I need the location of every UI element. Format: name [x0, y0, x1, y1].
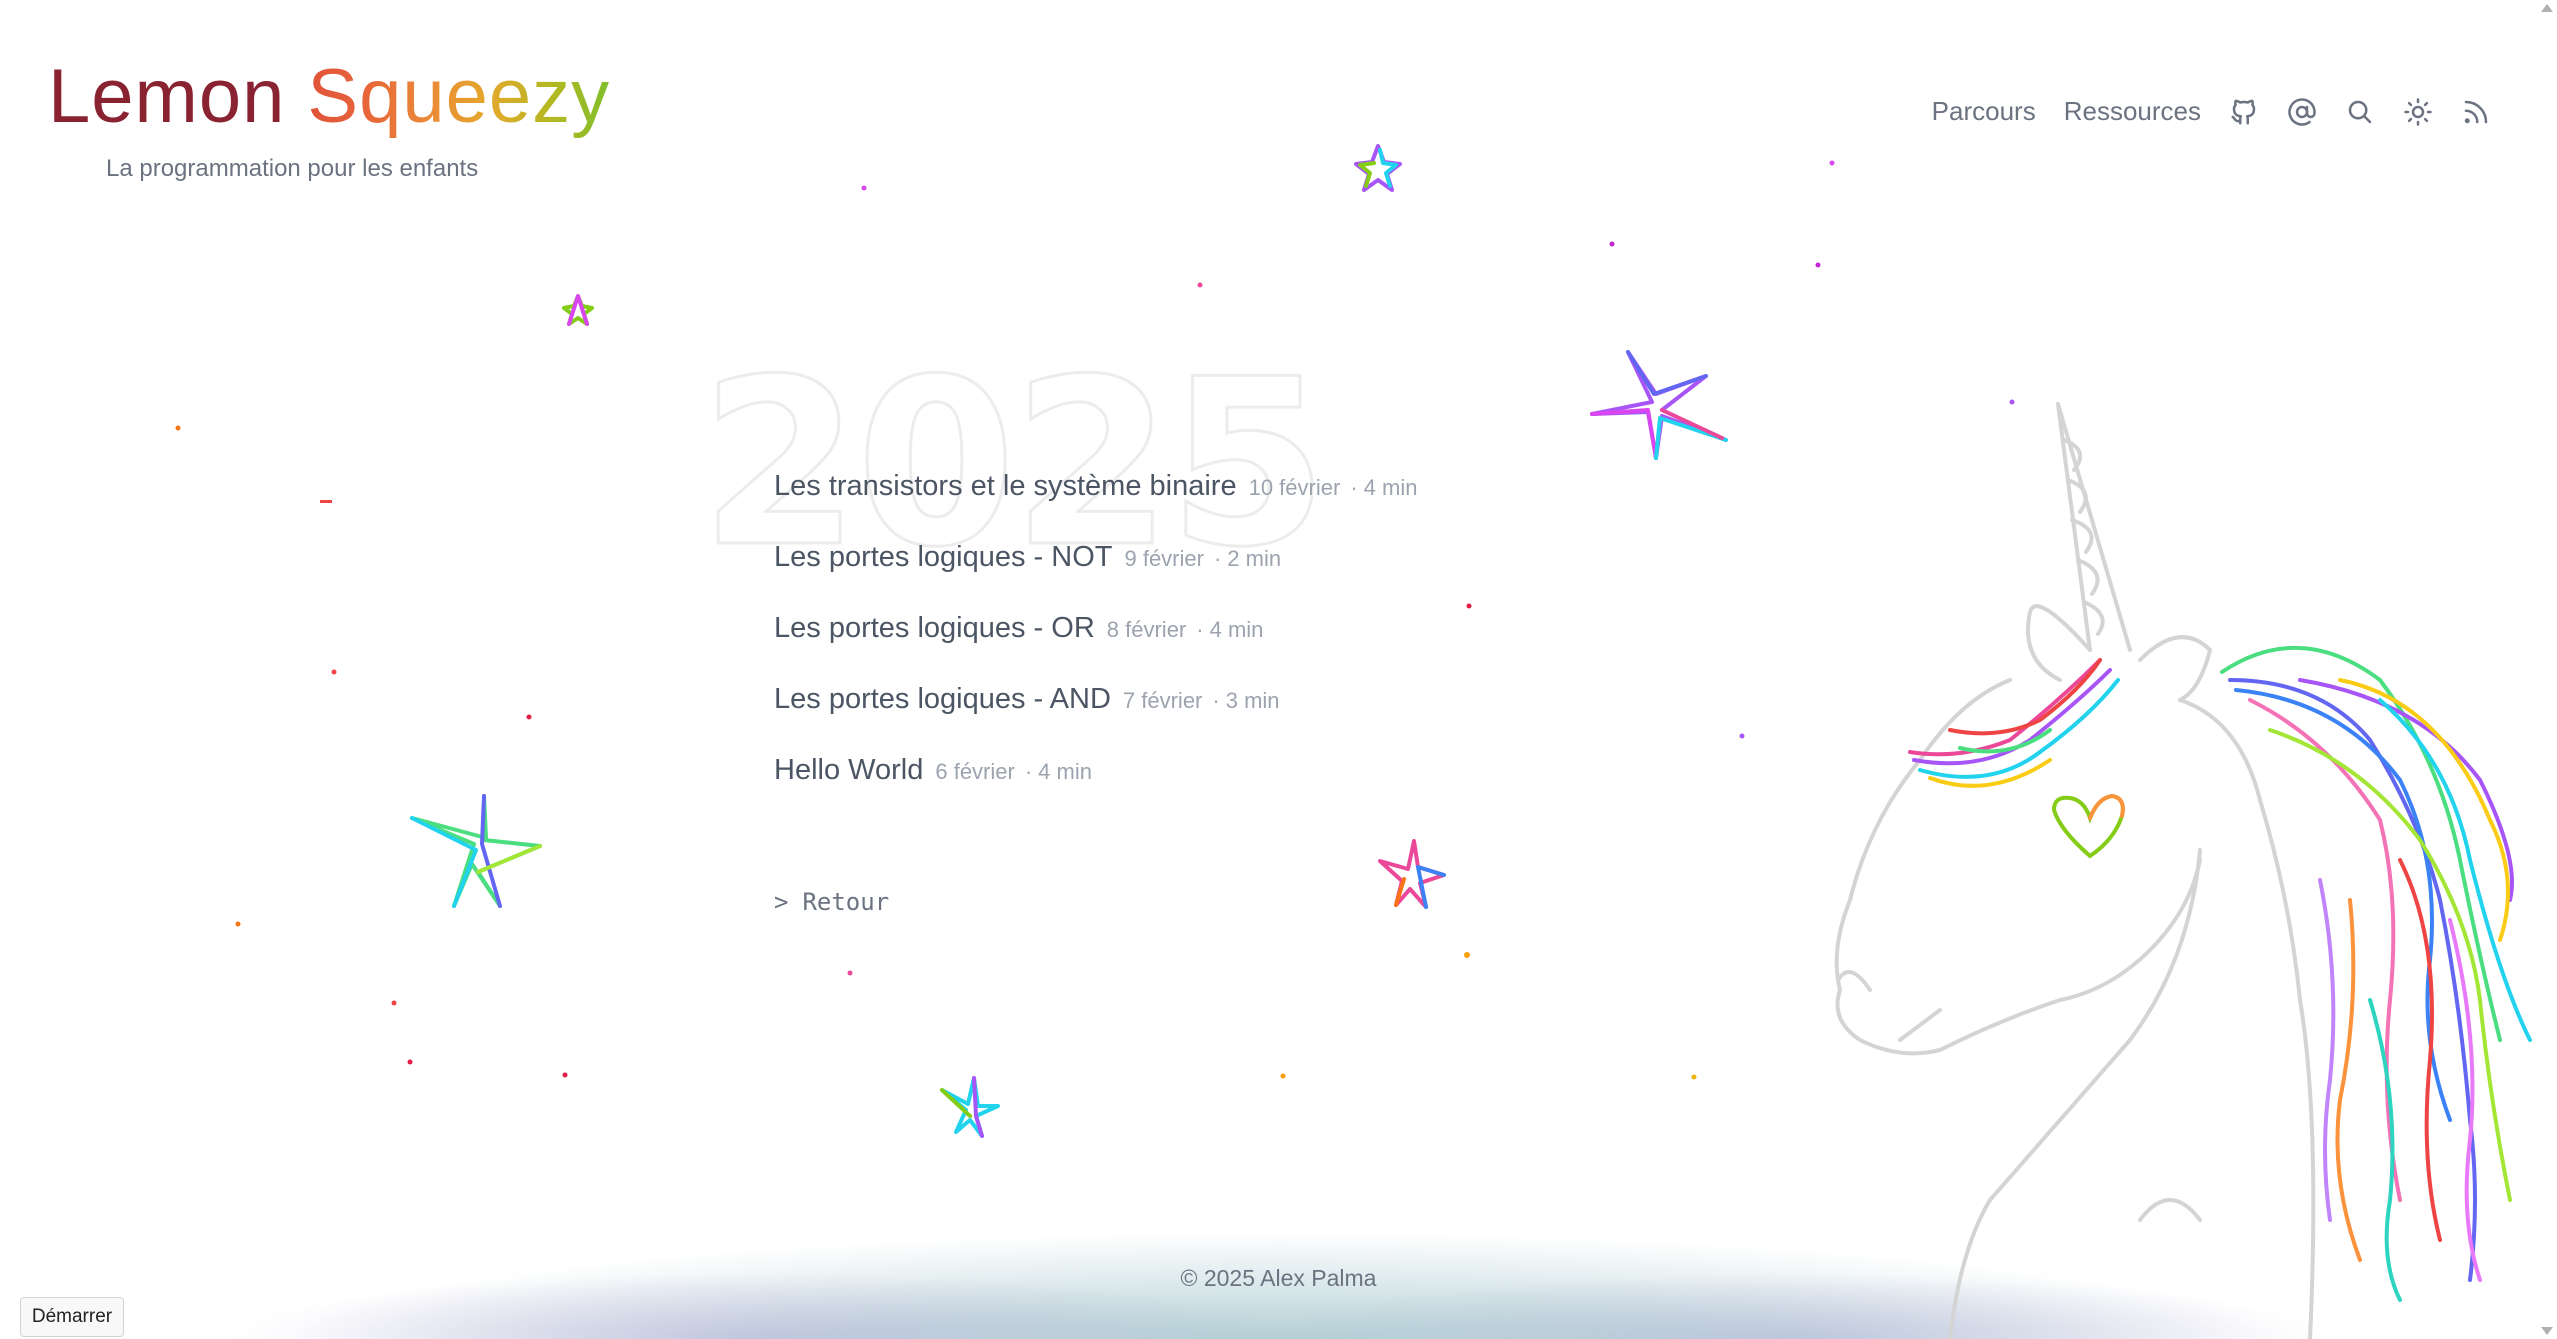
list-item: Les portes logiques - AND 7 février · 3 …	[774, 683, 1417, 754]
reading-time: 3 min	[1225, 688, 1280, 713]
post-date: 8 février	[1106, 617, 1187, 642]
separator: ·	[1196, 617, 1204, 642]
at-icon[interactable]	[2287, 97, 2317, 127]
footer-copyright: © 2025 Alex Palma	[1180, 1265, 1377, 1291]
list-item: Les portes logiques - OR 8 février · 4 m…	[774, 612, 1417, 683]
chevron-right-icon: >	[774, 888, 789, 916]
nav-link-ressources[interactable]: Ressources	[2064, 96, 2201, 127]
list-item: Les transistors et le système binaire 10…	[774, 470, 1417, 541]
separator: ·	[1024, 759, 1033, 784]
post-date: 10 février	[1248, 475, 1341, 500]
logo-word-squeezy: Squeezy	[307, 52, 610, 142]
unicorn-mane	[1908, 645, 2532, 1302]
site-logo[interactable]: Lemon Squeezy	[48, 52, 610, 142]
post-date: 6 février	[935, 759, 1015, 784]
post-title-link[interactable]: Les transistors et le système binaire	[774, 470, 1237, 503]
logo-word-lemon: Lemon	[48, 54, 286, 139]
unicorn-illustration	[1834, 402, 2316, 1339]
list-item: Hello World 6 février · 4 min	[774, 754, 1417, 825]
reading-time: 2 min	[1227, 546, 1282, 571]
reading-time: 4 min	[1038, 759, 1092, 784]
site-tagline: La programmation pour les enfants	[106, 155, 479, 182]
search-icon[interactable]	[2345, 97, 2375, 127]
post-title-link[interactable]: Hello World	[774, 754, 923, 787]
post-title-link[interactable]: Les portes logiques - AND	[774, 683, 1111, 716]
scroll-up-arrow[interactable]	[2541, 4, 2553, 12]
post-date: 7 février	[1122, 688, 1203, 713]
post-list: Les transistors et le système binaire 10…	[774, 470, 1417, 825]
start-button[interactable]: Démarrer	[20, 1297, 124, 1337]
separator: ·	[1350, 475, 1358, 500]
github-icon[interactable]	[2229, 97, 2259, 127]
reading-time: 4 min	[1209, 617, 1264, 642]
rss-icon[interactable]	[2461, 97, 2491, 127]
heart-doodle	[2051, 793, 2125, 859]
main-nav: Parcours Ressources	[1932, 96, 2491, 127]
back-link[interactable]: > Retour	[774, 888, 889, 916]
list-item: Les portes logiques - NOT 9 février · 2 …	[774, 541, 1417, 612]
scroll-down-arrow[interactable]	[2541, 1327, 2553, 1335]
post-title-link[interactable]: Les portes logiques - OR	[774, 612, 1095, 645]
post-date: 9 février	[1124, 546, 1204, 571]
separator: ·	[1212, 688, 1220, 713]
reading-time: 4 min	[1363, 475, 1418, 500]
post-title-link[interactable]: Les portes logiques - NOT	[774, 541, 1112, 574]
sun-icon[interactable]	[2403, 97, 2433, 127]
back-label: Retour	[802, 888, 890, 916]
nav-link-parcours[interactable]: Parcours	[1932, 96, 2036, 127]
separator: ·	[1213, 546, 1222, 571]
